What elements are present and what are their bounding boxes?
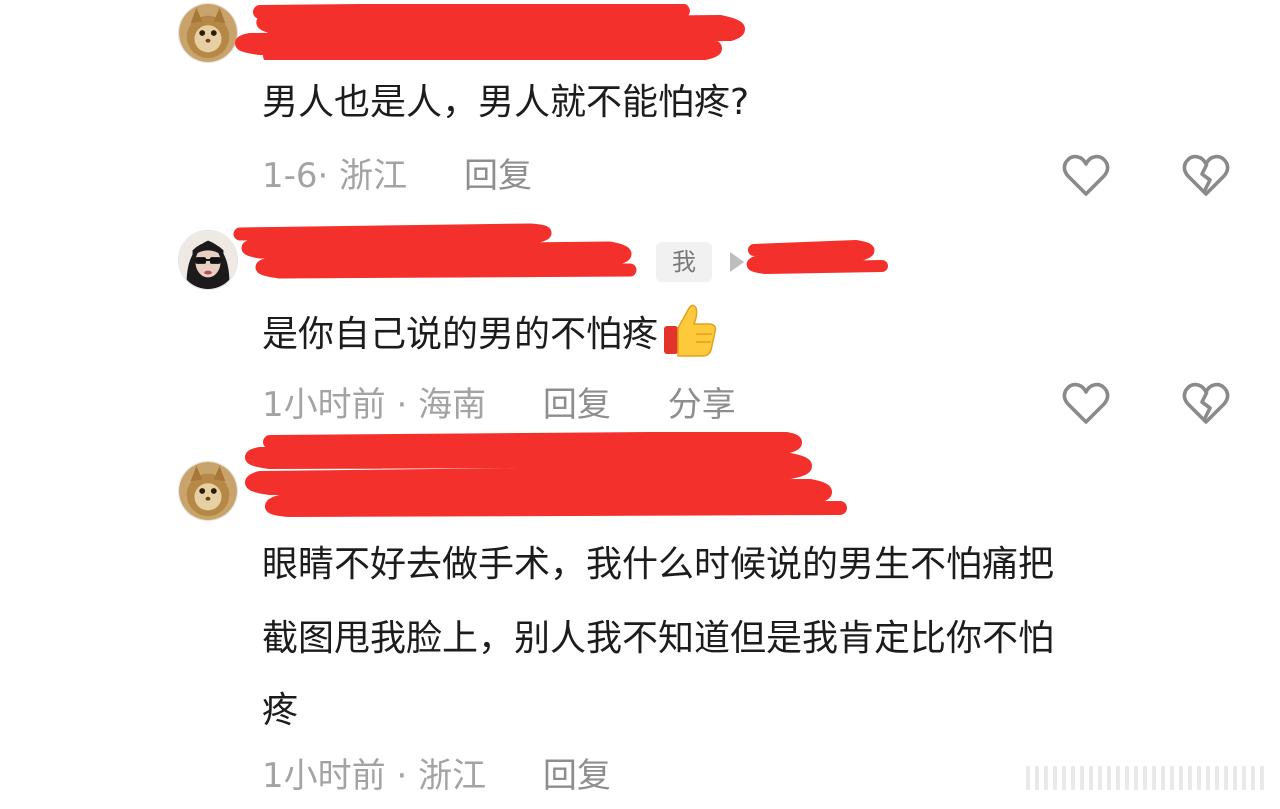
comment-body: 男人也是人，男人就不能怕疼? (262, 82, 750, 123)
comment-meta: 1小时前 · 海南 回复 分享 (262, 381, 736, 429)
cat-avatar-image (179, 4, 237, 62)
location: 海南 (418, 385, 487, 425)
comment-meta: 1小时前 · 浙江 回复 (262, 752, 611, 800)
broken-heart-icon (1182, 382, 1230, 424)
timestamp: 1-6 (262, 156, 318, 196)
comment-body-line-2: 截图甩我脸上，别人我不知道但是我肯定比你不怕 (262, 618, 1055, 659)
portrait-avatar-image (179, 231, 237, 289)
reply-button[interactable]: 回复 (543, 756, 611, 796)
me-badge: 我 (656, 242, 712, 282)
meta-separator: · (385, 756, 419, 796)
reply-button[interactable]: 回复 (464, 156, 532, 196)
like-button[interactable] (1061, 380, 1111, 428)
comment-body-line-3: 疼 (262, 690, 299, 731)
comment-meta: 1-6· 浙江 回复 (262, 152, 532, 200)
heart-outline-icon (1062, 154, 1110, 196)
timestamp: 1小时前 (262, 756, 386, 796)
share-button[interactable]: 分享 (668, 385, 736, 425)
avatar[interactable] (178, 230, 238, 290)
broken-heart-icon (1182, 154, 1230, 196)
avatar[interactable] (178, 461, 238, 521)
cat-avatar-image (179, 462, 237, 520)
comment-body-text: 是你自己说的男的不怕疼 (262, 314, 659, 355)
meta-separator: · (317, 156, 340, 196)
like-button[interactable] (1061, 152, 1111, 200)
comment-body-line-1: 眼睛不好去做手术，我什么时候说的男生不怕痛把 (262, 544, 1055, 585)
username-redaction (233, 223, 637, 279)
dislike-button[interactable] (1181, 380, 1231, 428)
username-redaction (245, 432, 847, 517)
avatar[interactable] (178, 3, 238, 63)
username-redaction (235, 4, 745, 60)
reply-button[interactable]: 回复 (543, 385, 611, 425)
heart-outline-icon (1062, 382, 1110, 424)
meta-separator: · (385, 385, 419, 425)
location: 浙江 (418, 756, 487, 796)
reply-to-redaction (746, 240, 888, 274)
watermark-stripes (1026, 763, 1266, 793)
location: 浙江 (339, 156, 408, 196)
reply-arrow-icon (730, 252, 744, 272)
thumbs-up-emoji (664, 304, 717, 357)
comment-body: 是你自己说的男的不怕疼 (262, 294, 718, 376)
dislike-button[interactable] (1181, 152, 1231, 200)
timestamp: 1小时前 (262, 385, 386, 425)
